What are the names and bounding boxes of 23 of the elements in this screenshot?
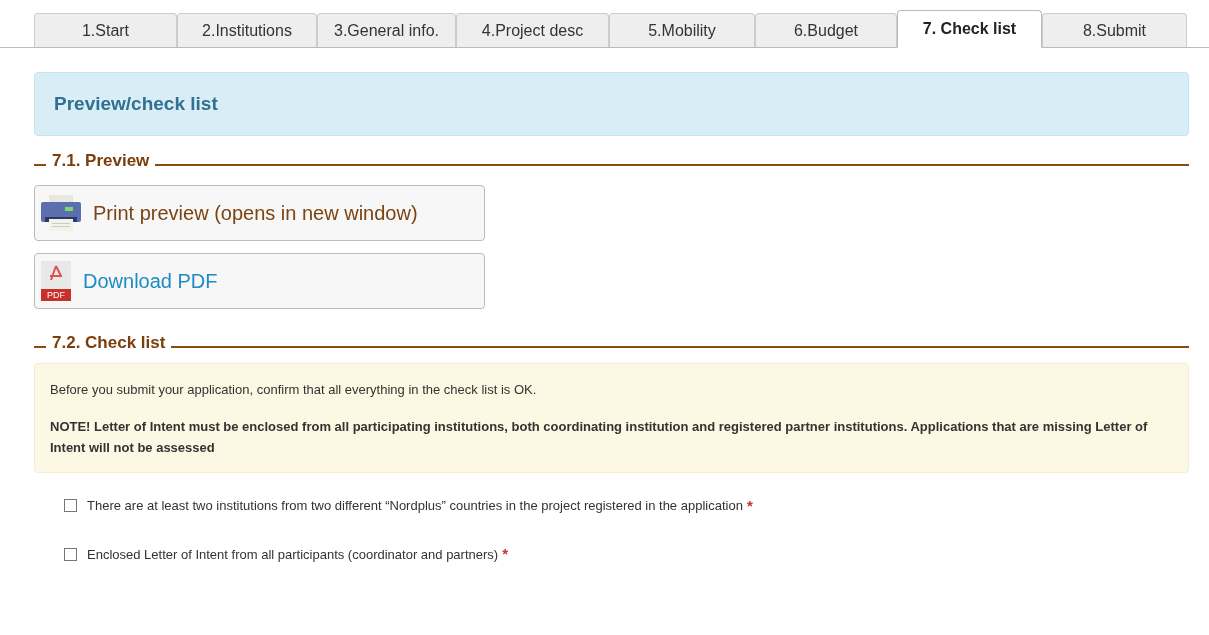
section-heading: 7.2. Check list bbox=[52, 332, 166, 355]
required-mark: * bbox=[746, 495, 753, 516]
checkbox[interactable] bbox=[64, 547, 77, 561]
printer-icon bbox=[41, 195, 81, 231]
download-pdf-button[interactable]: PDF Download PDF bbox=[34, 253, 485, 309]
checkbox[interactable] bbox=[64, 499, 77, 513]
tab[interactable]: 5.Mobility bbox=[609, 13, 755, 47]
tab[interactable]: 2.Institutions bbox=[177, 13, 317, 47]
intro-text: Before you submit your application, confirm that all everything in the check list is OK. bbox=[50, 381, 538, 399]
print-preview-button[interactable]: Print preview (opens in new window) bbox=[34, 185, 485, 241]
panel-title: Preview/check list bbox=[54, 91, 218, 116]
required-mark: * bbox=[502, 544, 508, 564]
pdf-file-icon: PDF bbox=[41, 261, 71, 301]
tab[interactable]: 8.Submit bbox=[1042, 13, 1187, 47]
note-text: NOTE! Letter of Intent must be enclosed from all participating institutions, both coordinating institution and registered partner institutions. Applications that are missing Letter of Intent will not be assessed bbox=[50, 417, 1149, 457]
tab[interactable]: 3.General info. bbox=[317, 13, 456, 47]
tab[interactable]: 4.Project desc bbox=[456, 13, 609, 47]
tab[interactable]: 1.Start bbox=[34, 13, 177, 47]
checkbox-label: There are at least two institutions from two different “Nordplus” countries in the project registered in the application bbox=[87, 497, 743, 515]
section-heading: 7.1. Preview bbox=[52, 150, 150, 173]
tab[interactable]: 6.Budget bbox=[755, 13, 897, 47]
checkbox-label: Enclosed Letter of Intent from all participants (coordinator and partners) bbox=[87, 545, 499, 564]
tab[interactable]: 7. Check list bbox=[897, 10, 1042, 48]
